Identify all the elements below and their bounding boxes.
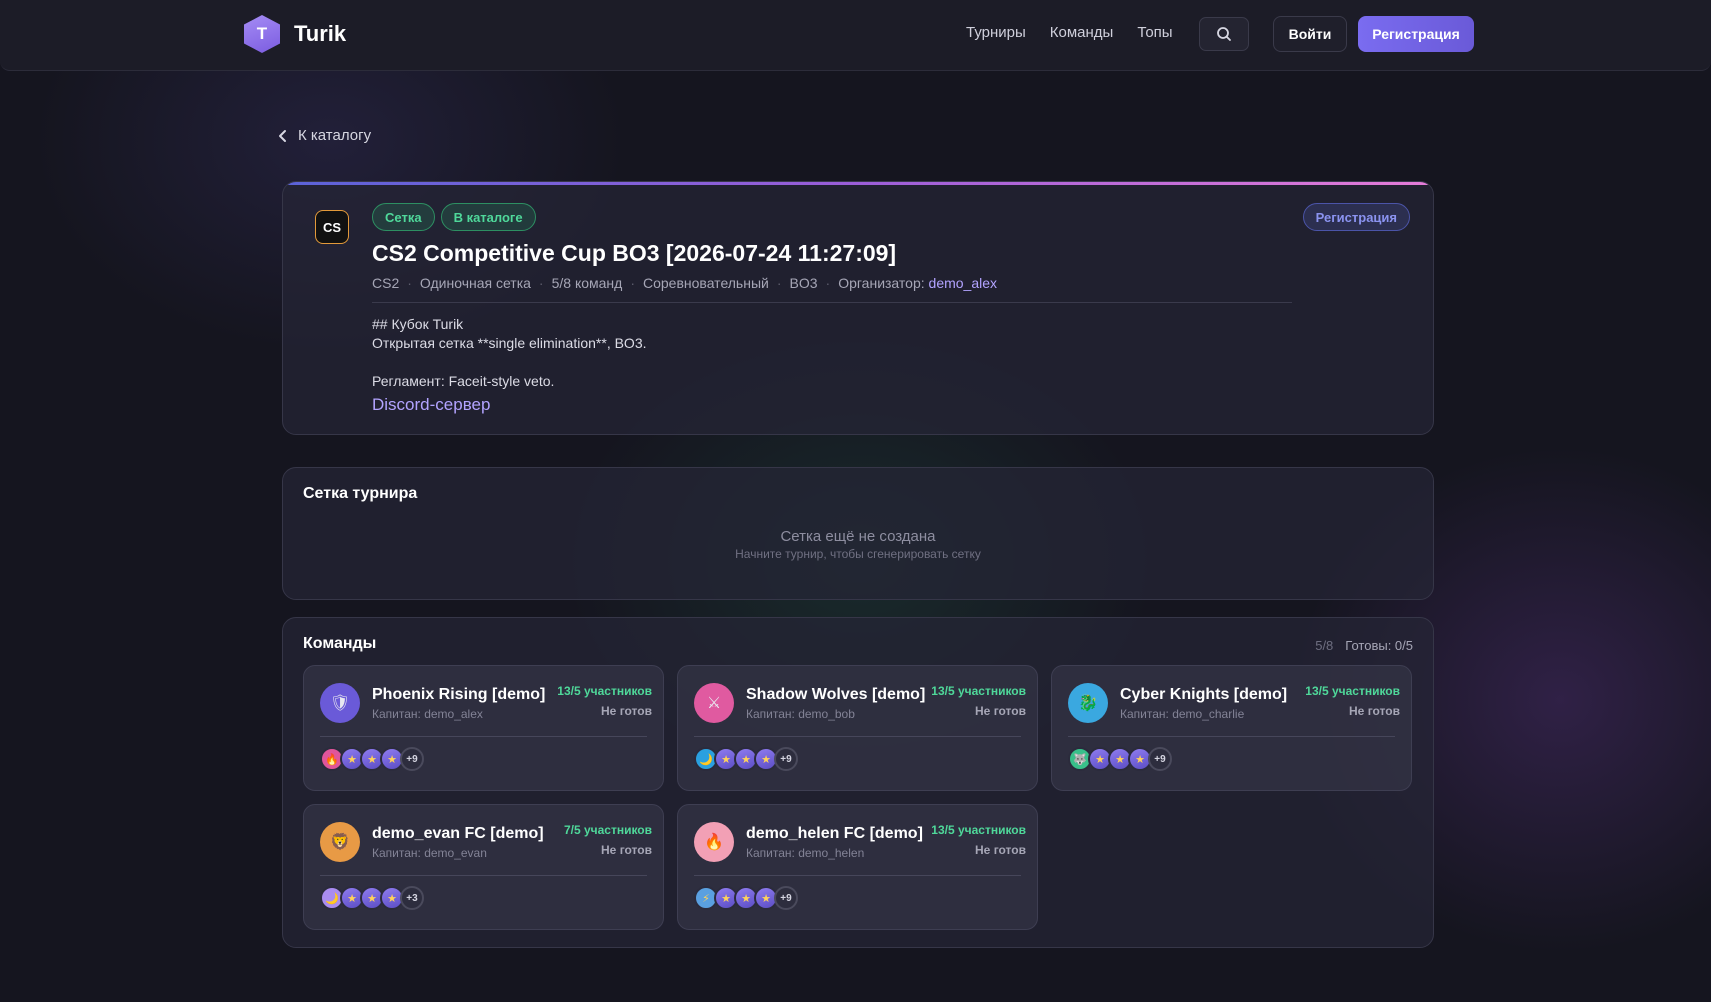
search-icon <box>1217 27 1231 41</box>
team-members-count: 13/5 участников <box>557 684 652 698</box>
more-members-count: +9 <box>1148 747 1172 771</box>
status-badge: Регистрация <box>1302 203 1410 231</box>
desc-line: Открытая сетка **single elimination**, B… <box>372 335 647 351</box>
meta-organizer: Организатор: demo_alex <box>838 275 997 291</box>
team-card[interactable]: 🔥 demo_helen FC [demo] Капитан: demo_helen… <box>677 804 1038 930</box>
meta-separator: · <box>630 275 635 291</box>
cs2-game-icon: CS <box>315 210 349 244</box>
team-members-count: 13/5 участников <box>931 684 1026 698</box>
tournament-badges: Сетка В каталоге <box>372 203 536 231</box>
divider <box>1068 736 1395 737</box>
more-members-count: +9 <box>774 886 798 910</box>
divider <box>320 736 647 737</box>
meta-game: CS2 <box>372 275 400 291</box>
teams-count: 5/8 <box>1315 638 1334 653</box>
desc-line: ## Кубок Turik <box>372 316 464 332</box>
bracket-card: Сетка турнира Сетка ещё не создана Начни… <box>282 467 1434 600</box>
logo-icon: T <box>244 15 280 53</box>
divider <box>372 302 1292 303</box>
meta-separator: · <box>776 275 782 291</box>
divider <box>320 875 647 876</box>
team-members-count: 13/5 участников <box>1305 684 1400 698</box>
team-name: demo_helen FC [demo] <box>746 825 923 842</box>
discord-link[interactable]: Discord-сервер <box>372 395 490 415</box>
divider <box>694 736 1021 737</box>
divider <box>694 875 1021 876</box>
teams-ready: Готовы: 0/5 <box>1345 638 1413 653</box>
meta-separator: · <box>407 275 412 291</box>
team-captain: Капитан: demo_helen <box>746 846 865 860</box>
swords-icon: ⚔ <box>694 683 734 723</box>
desc-line <box>372 353 647 372</box>
team-name: Shadow Wolves [demo] <box>746 686 926 703</box>
team-captain: Капитан: demo_alex <box>372 707 483 721</box>
member-avatar-stack: 🌙 ★ ★ ★ +3 <box>320 886 424 910</box>
team-ready-status: Не готов <box>975 704 1026 718</box>
organizer-link[interactable]: demo_alex <box>929 275 998 291</box>
team-card[interactable]: 🐉 Cyber Knights [demo] Капитан: demo_charl… <box>1051 665 1412 791</box>
team-ready-status: Не готов <box>1349 704 1400 718</box>
bracket-empty-subtitle: Начните турнир, чтобы сгенерировать сетк… <box>735 547 981 561</box>
app-name: Turik <box>294 21 347 46</box>
team-card[interactable]: 🛡 Phoenix Rising [demo] Капитан: demo_alex… <box>303 665 664 791</box>
shield-icon: 🛡 <box>320 683 360 723</box>
team-name: Cyber Knights [demo] <box>1120 686 1288 703</box>
top-navbar: T Turik Турниры Команды Топы Войти Регис… <box>0 0 1711 71</box>
team-name: Phoenix Rising [demo] <box>372 686 546 703</box>
logo[interactable]: T Turik <box>244 15 346 53</box>
member-avatar-stack: 🐺 ★ ★ ★ +9 <box>1068 747 1172 771</box>
back-to-catalog-link[interactable]: К каталогу <box>278 127 371 144</box>
teams-stats: 5/8 Готовы: 0/5 <box>1315 638 1413 653</box>
page-title: CS2 Competitive Cup BO3 [2026-07-24 11:2… <box>372 240 897 266</box>
member-avatar-stack: 🔥 ★ ★ ★ +9 <box>320 747 424 771</box>
meta-bo: BO3 <box>789 275 818 291</box>
dragon-icon: 🐉 <box>1068 683 1108 723</box>
team-card[interactable]: 🦁 demo_evan FC [demo] Капитан: demo_evan 7/… <box>303 804 664 930</box>
tournament-card: CS Сетка В каталоге Регистрация CS2 Comp… <box>282 181 1434 435</box>
team-ready-status: Не готов <box>601 704 652 718</box>
bracket-title: Сетка турнира <box>303 485 418 502</box>
team-members-count: 13/5 участников <box>931 823 1026 837</box>
main-nav: Турниры Команды Топы <box>966 24 1173 41</box>
more-members-count: +9 <box>774 747 798 771</box>
team-captain: Капитан: demo_bob <box>746 707 855 721</box>
meta-separator: · <box>825 275 831 291</box>
bracket-empty-title: Сетка ещё не создана <box>780 528 936 545</box>
teams-card: Команды 5/8 Готовы: 0/5 🛡 Phoenix Rising … <box>282 617 1434 948</box>
nav-tournaments[interactable]: Турниры <box>966 24 1026 41</box>
badge-in-catalog: В каталоге <box>440 203 536 231</box>
tournament-meta: CS2 · Одиночная сетка · 5/8 команд · Сор… <box>372 275 997 291</box>
login-button[interactable]: Войти <box>1273 16 1347 52</box>
desc-line: Регламент: Faceit-style veto. <box>372 373 555 389</box>
team-members-count: 7/5 участников <box>563 823 652 837</box>
search-button[interactable] <box>1199 17 1249 51</box>
lion-icon: 🦁 <box>320 822 360 862</box>
team-name: demo_evan FC [demo] <box>372 825 544 842</box>
back-label: К каталогу <box>298 127 372 144</box>
fire-icon: 🔥 <box>694 822 734 862</box>
meta-mode: Соревновательный <box>643 275 769 291</box>
more-members-count: +3 <box>400 886 424 910</box>
team-ready-status: Не готов <box>601 843 652 857</box>
register-button[interactable]: Регистрация <box>1358 16 1474 52</box>
team-ready-status: Не готов <box>975 843 1026 857</box>
nav-teams[interactable]: Команды <box>1050 24 1114 41</box>
team-card[interactable]: ⚔ Shadow Wolves [demo] Капитан: demo_bob 13… <box>677 665 1038 791</box>
organizer-label: Организатор: <box>838 275 925 291</box>
member-avatar-stack: 🌙 ★ ★ ★ +9 <box>694 747 798 771</box>
member-avatar-stack: ⚡ ★ ★ ★ +9 <box>694 886 798 910</box>
tournament-description: ## Кубок Turik Открытая сетка **single e… <box>372 315 647 391</box>
chevron-left-icon <box>279 129 286 142</box>
meta-teams: 5/8 команд <box>551 275 623 291</box>
more-members-count: +9 <box>400 747 424 771</box>
team-captain: Капитан: demo_charlie <box>1120 707 1245 721</box>
badge-bracket: Сетка <box>372 203 435 231</box>
team-captain: Капитан: demo_evan <box>372 846 487 860</box>
nav-tops[interactable]: Топы <box>1137 24 1172 41</box>
meta-separator: · <box>538 275 544 291</box>
teams-title: Команды <box>303 635 377 652</box>
meta-format: Одиночная сетка <box>419 275 531 291</box>
